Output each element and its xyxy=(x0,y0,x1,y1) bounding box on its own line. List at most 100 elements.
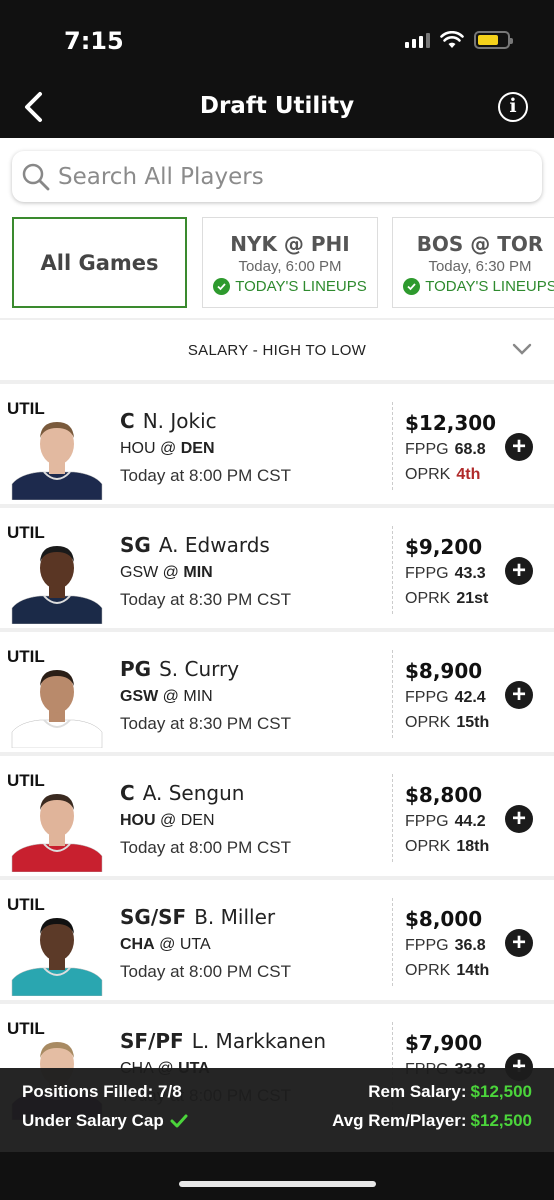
player-photo xyxy=(11,918,103,996)
player-name: B. Miller xyxy=(194,905,276,929)
search-icon xyxy=(22,163,50,190)
oprk-value: 14th xyxy=(456,962,490,979)
game-card-bos-tor[interactable]: BOS @ TOR Today, 6:30 PM TODAY'S LINEUPS xyxy=(392,217,554,308)
player-name: S. Curry xyxy=(159,657,240,681)
player-salary: $8,900 xyxy=(405,659,483,683)
player-salary: $12,300 xyxy=(405,411,497,435)
player-photo xyxy=(11,546,103,624)
player-row[interactable]: UTIL SG/SF B. Miller CHA @ UTA Today at 8… xyxy=(0,880,554,1000)
player-opponent: DEN xyxy=(180,440,215,457)
player-row[interactable]: UTIL C N. Jokic HOU @ DEN Today at 8:00 P… xyxy=(0,384,554,504)
oprk-label: OPRK xyxy=(405,466,451,483)
player-matchup: HOU @ DEN xyxy=(120,812,215,830)
chevron-down-icon xyxy=(512,343,532,355)
oprk-value: 4th xyxy=(456,466,481,483)
player-row[interactable]: UTIL SG A. Edwards GSW @ MIN Today at 8:3… xyxy=(0,508,554,628)
add-player-button[interactable]: + xyxy=(505,433,533,461)
player-matchup: GSW @ MIN xyxy=(120,564,213,582)
fppg-value: 43.3 xyxy=(454,565,486,582)
player-opponent: DEN xyxy=(180,812,215,829)
cellular-signal-icon xyxy=(405,32,430,48)
player-name: A. Edwards xyxy=(158,533,270,557)
remaining-salary: Rem Salary: $12,500 xyxy=(368,1082,532,1102)
positions-filled-label: Positions Filled: xyxy=(22,1082,154,1101)
add-player-button[interactable]: + xyxy=(505,805,533,833)
game-matchup: NYK @ PHI xyxy=(230,232,350,256)
fppg-label: FPPG xyxy=(405,813,449,830)
player-name: N. Jokic xyxy=(142,409,217,433)
player-position: PG xyxy=(120,657,152,681)
lineup-summary-bar: Positions Filled: 7/8 Under Salary Cap R… xyxy=(0,1068,554,1152)
game-time: Today at 8:00 PM CST xyxy=(120,466,292,485)
sort-dropdown[interactable]: SALARY - HIGH TO LOW xyxy=(0,320,554,380)
wifi-icon xyxy=(440,31,464,48)
home-indicator[interactable] xyxy=(179,1181,376,1187)
oprk-label: OPRK xyxy=(405,590,451,607)
check-circle-icon xyxy=(403,278,421,295)
search-input[interactable] xyxy=(58,163,498,190)
player-list: UTIL C N. Jokic HOU @ DEN Today at 8:00 P… xyxy=(0,384,554,1128)
matchup-at: @ xyxy=(160,812,177,829)
game-time: Today, 6:00 PM xyxy=(238,258,342,275)
game-card-nyk-phi[interactable]: NYK @ PHI Today, 6:00 PM TODAY'S LINEUPS xyxy=(202,217,378,308)
add-player-button[interactable]: + xyxy=(505,681,533,709)
fppg-value: 68.8 xyxy=(454,441,486,458)
fppg-label: FPPG xyxy=(405,689,449,706)
page-title: Draft Utility xyxy=(199,93,355,119)
matchup-at: @ xyxy=(159,936,176,953)
divider xyxy=(392,402,393,490)
lineups-status: TODAY'S LINEUPS xyxy=(203,278,377,295)
player-name-line: C A. Sengun xyxy=(120,781,244,805)
player-name: L. Markkanen xyxy=(191,1029,327,1053)
oprk-value: 15th xyxy=(456,714,490,731)
fppg-label: FPPG xyxy=(405,937,449,954)
matchup-at: @ xyxy=(162,688,179,705)
remaining-salary-value: $12,500 xyxy=(470,1082,532,1101)
player-name: A. Sengun xyxy=(142,781,245,805)
player-name-line: SG/SF B. Miller xyxy=(120,905,275,929)
player-row[interactable]: UTIL C A. Sengun HOU @ DEN Today at 8:00 … xyxy=(0,756,554,876)
avg-remaining-per-player: Avg Rem/Player: $12,500 xyxy=(332,1111,532,1131)
avg-remaining-value: $12,500 xyxy=(470,1111,532,1130)
add-player-button[interactable]: + xyxy=(505,929,533,957)
fppg-value: 44.2 xyxy=(454,813,486,830)
info-icon[interactable]: i xyxy=(498,92,528,122)
game-time: Today at 8:30 PM CST xyxy=(120,714,292,733)
checkmark-icon xyxy=(170,1114,188,1128)
status-icons xyxy=(405,31,513,49)
player-salary: $9,200 xyxy=(405,535,483,559)
player-name-line: SF/PF L. Markkanen xyxy=(120,1029,326,1053)
divider xyxy=(392,650,393,738)
oprk-stat: OPRK 21st xyxy=(405,590,488,608)
oprk-label: OPRK xyxy=(405,714,451,731)
bottom-safe-area xyxy=(0,1152,554,1200)
search-box[interactable] xyxy=(12,151,542,202)
fppg-stat: FPPG 43.3 xyxy=(405,565,486,583)
player-team: HOU xyxy=(120,440,156,457)
add-player-button[interactable]: + xyxy=(505,557,533,585)
lineups-status: TODAY'S LINEUPS xyxy=(393,278,554,295)
player-name-line: C N. Jokic xyxy=(120,409,217,433)
divider xyxy=(392,526,393,614)
player-name-line: PG S. Curry xyxy=(120,657,239,681)
check-circle-icon xyxy=(213,278,231,295)
oprk-value: 18th xyxy=(456,838,490,855)
fppg-label: FPPG xyxy=(405,441,449,458)
lineups-label: TODAY'S LINEUPS xyxy=(425,278,554,295)
under-salary-cap-label: Under Salary Cap xyxy=(22,1111,164,1130)
player-salary: $7,900 xyxy=(405,1031,483,1055)
fppg-label: FPPG xyxy=(405,565,449,582)
games-filter: All Games NYK @ PHI Today, 6:00 PM TODAY… xyxy=(0,210,554,318)
game-matchup: BOS @ TOR xyxy=(416,232,544,256)
fppg-stat: FPPG 68.8 xyxy=(405,441,486,459)
all-games-button[interactable]: All Games xyxy=(12,217,187,308)
avg-remaining-label: Avg Rem/Player: xyxy=(332,1111,467,1130)
player-position: SG xyxy=(120,533,151,557)
battery-icon xyxy=(474,31,513,49)
divider xyxy=(392,898,393,986)
divider xyxy=(392,774,393,862)
lineups-label: TODAY'S LINEUPS xyxy=(235,278,367,295)
fppg-stat: FPPG 44.2 xyxy=(405,813,486,831)
fppg-stat: FPPG 42.4 xyxy=(405,689,486,707)
player-row[interactable]: UTIL PG S. Curry GSW @ MIN Today at 8:30 … xyxy=(0,632,554,752)
